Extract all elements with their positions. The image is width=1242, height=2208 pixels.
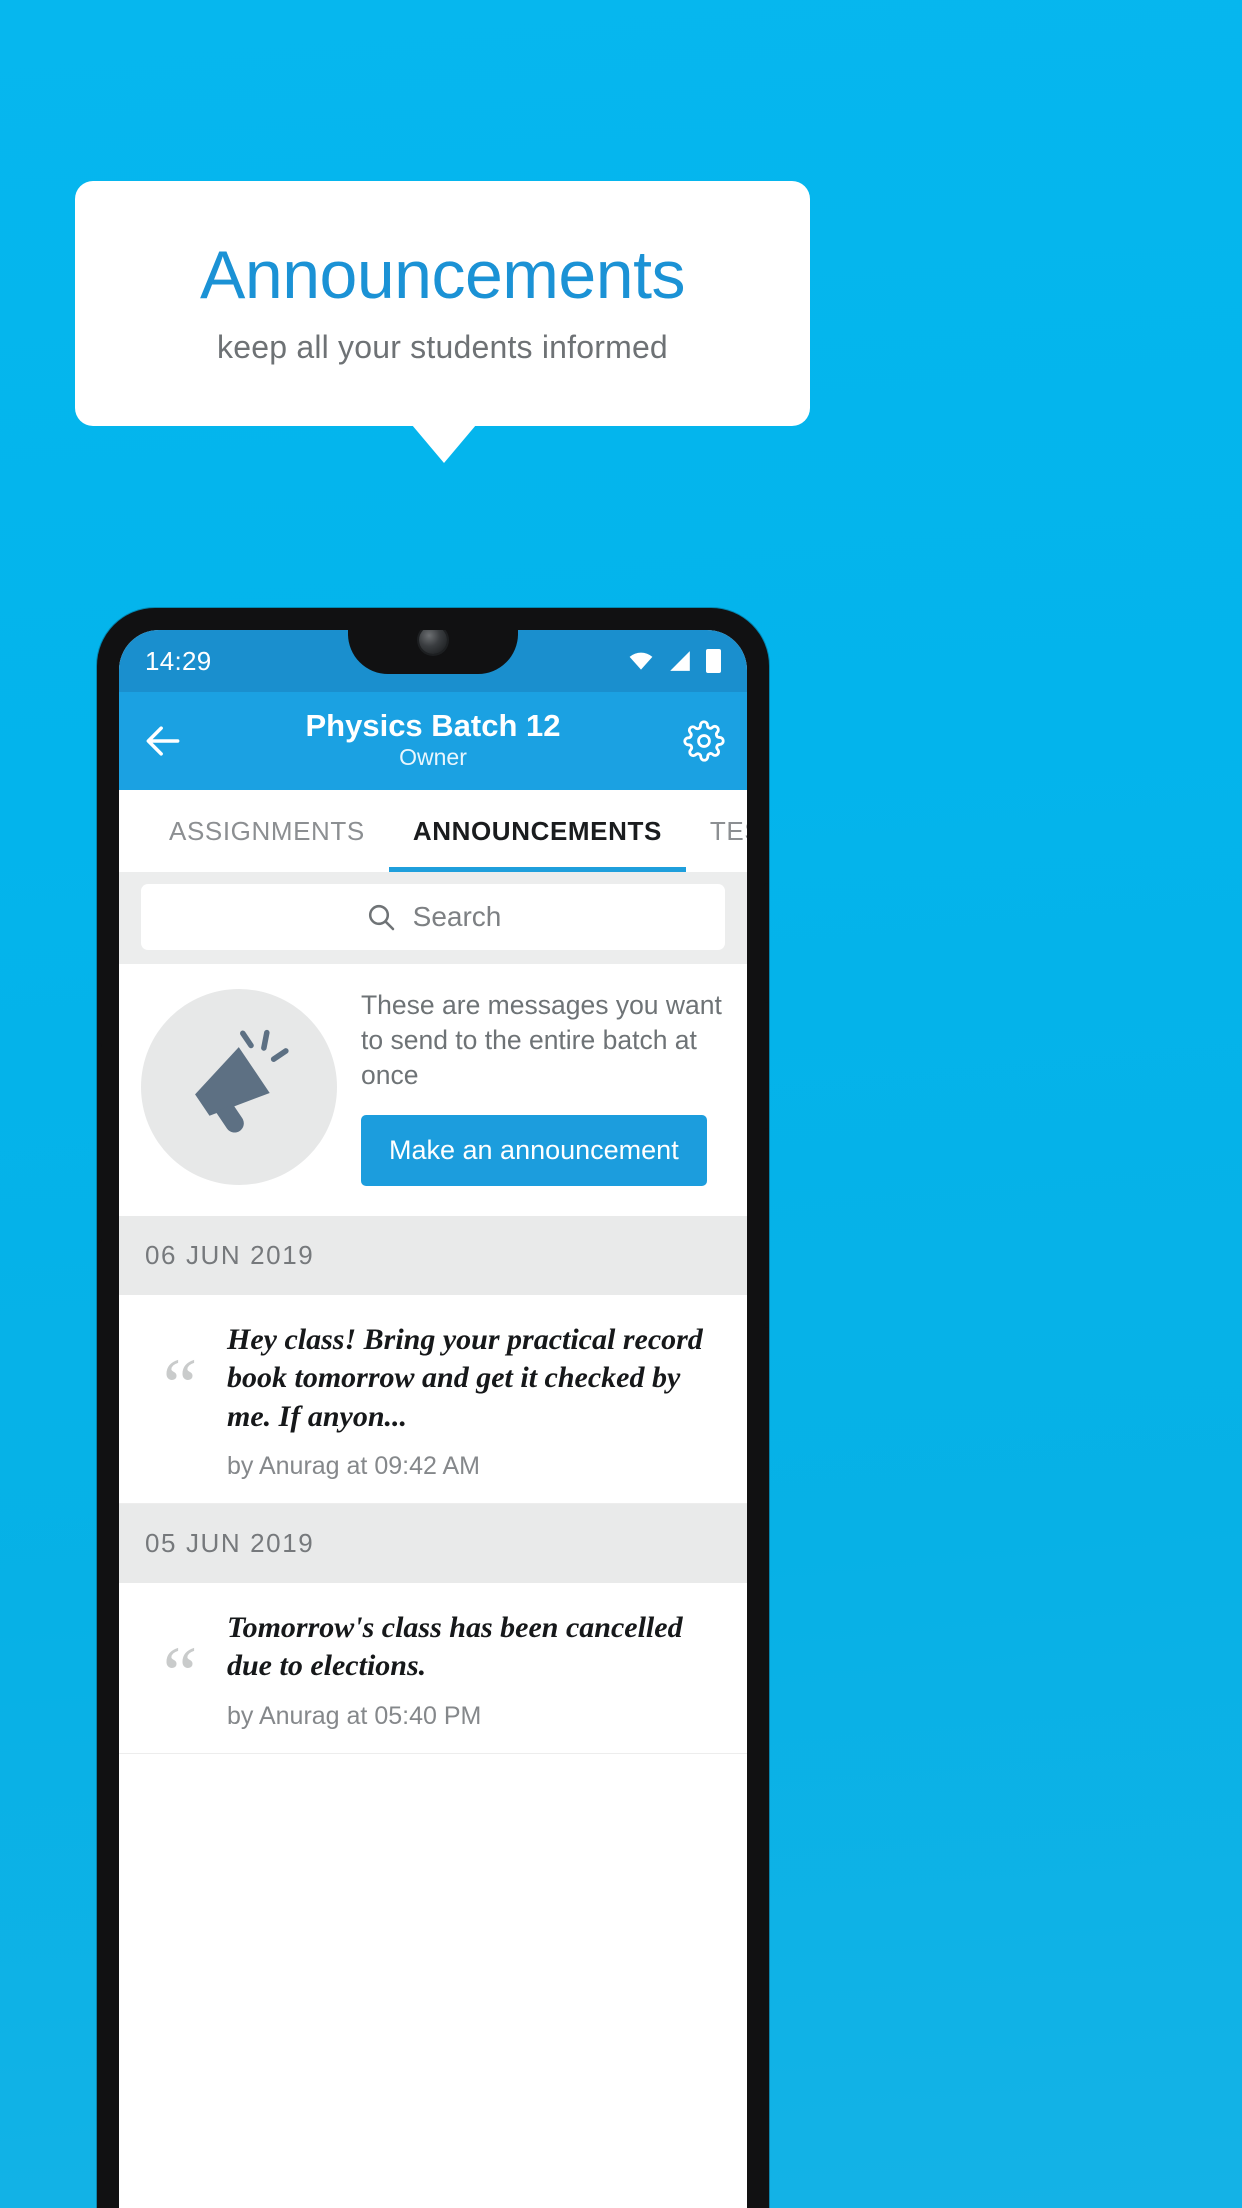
wifi-icon [629,652,653,670]
phone-button-right-bottom [764,1128,769,1328]
announcement-item[interactable]: “ Tomorrow's class has been cancelled du… [119,1583,747,1754]
phone-button-left [97,1043,102,1243]
announcement-text: Tomorrow's class has been cancelled due … [227,1611,683,1683]
status-bar-time: 14:29 [145,645,212,676]
quote-icon: “ [162,1341,198,1429]
status-bar: 14:29 [119,630,747,692]
announcement-meta: by Anurag at 09:42 AM [227,1452,480,1481]
quote-icon: “ [162,1630,198,1718]
announcement-body: Hey class! Bring your practical record b… [227,1321,723,1481]
announcement-text: Hey class! Bring your practical record b… [227,1322,703,1433]
announcement-body: Tomorrow's class has been cancelled due … [227,1609,723,1731]
tab-tests[interactable]: TESTS [686,790,747,872]
promo-bubble-tail [412,425,476,463]
phone-notch [348,630,518,674]
date-header: 06 JUN 2019 [119,1215,747,1295]
search-input[interactable]: Search [141,884,725,950]
promo-page: Announcements keep all your students inf… [0,0,1242,2208]
promo-title: Announcements [200,237,685,313]
tab-announcements[interactable]: ANNOUNCEMENTS [388,790,686,872]
megaphone-illustration [141,988,337,1185]
phone-button-right-top [764,883,769,1003]
phone-screen: 14:29 Physics Batch 12 Owner ASSIGNMENTS… [119,630,747,2208]
announcement-item[interactable]: “ Hey class! Bring your practical record… [119,1294,747,1505]
search-placeholder: Search [412,901,502,932]
empty-state-content: These are messages you want to send to t… [361,988,725,1186]
status-bar-icons [628,649,721,673]
empty-state-description: These are messages you want to send to t… [361,990,722,1090]
battery-icon [706,649,721,673]
gear-icon[interactable] [683,720,725,762]
search-icon [368,904,394,931]
tab-assignments[interactable]: ASSIGNMENTS [145,790,389,872]
promo-subtitle: keep all your students informed [217,329,668,365]
search-container: Search [119,872,747,964]
front-camera-icon [419,630,447,654]
app-bar-titles: Physics Batch 12 Owner [119,707,747,774]
page-title: Physics Batch 12 [305,707,561,743]
promo-bubble: Announcements keep all your students inf… [75,181,810,426]
announcement-meta: by Anurag at 05:40 PM [227,1701,482,1730]
phone-mockup: 14:29 Physics Batch 12 Owner ASSIGNMENTS… [97,608,769,2208]
app-bar: Physics Batch 12 Owner [119,692,747,790]
signal-icon [670,651,690,671]
make-announcement-button[interactable]: Make an announcement [361,1114,707,1186]
megaphone-icon [195,1029,289,1133]
back-arrow-icon[interactable] [141,719,185,763]
page-subtitle: Owner [399,744,467,771]
announcement-empty-state: These are messages you want to send to t… [119,964,747,1216]
tab-bar: ASSIGNMENTS ANNOUNCEMENTS TESTS ’ [119,790,747,872]
date-header: 05 JUN 2019 [119,1504,747,1584]
